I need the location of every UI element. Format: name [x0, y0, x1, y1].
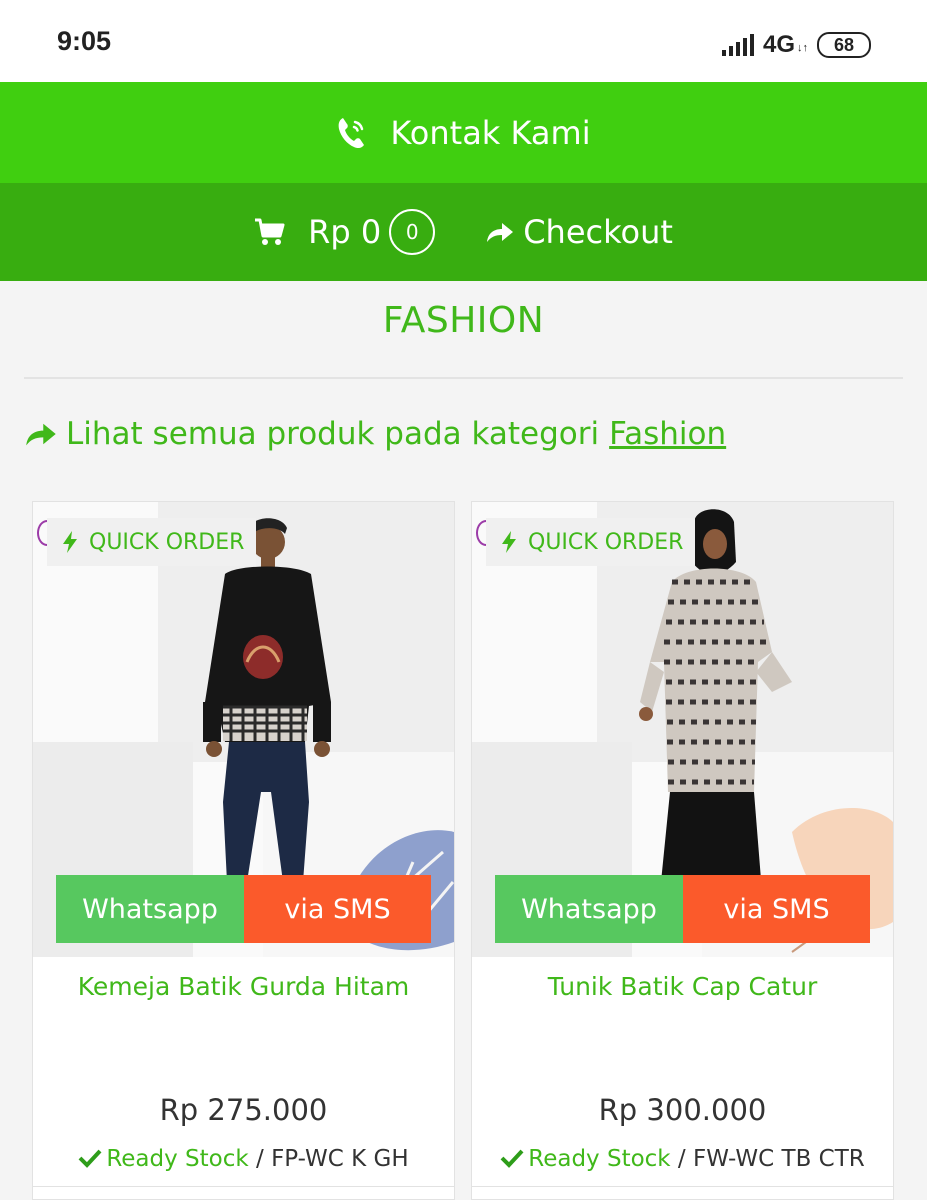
product-stock: Ready Stock / FP-WC K GH: [33, 1146, 454, 1172]
check-icon: [78, 1149, 102, 1168]
product-stock: Ready Stock / FW-WC TB CTR: [472, 1146, 893, 1172]
product-card-partial[interactable]: [32, 1186, 455, 1200]
product-card[interactable]: QUICK ORDER Whatsapp via SMS Tunik Batik…: [471, 501, 894, 1200]
share-arrow-icon: [487, 223, 514, 242]
bolt-icon: [63, 531, 77, 553]
product-image[interactable]: QUICK ORDER Whatsapp via SMS: [472, 502, 893, 957]
cart-count-badge: 0: [389, 209, 436, 255]
quick-order-button[interactable]: QUICK ORDER: [47, 518, 257, 566]
product-price: Rp 275.000: [159, 1093, 328, 1127]
section-title: FASHION: [382, 300, 545, 341]
status-time: 9:05: [57, 26, 112, 56]
section-divider: [24, 377, 903, 379]
contact-bar[interactable]: Kontak Kami: [0, 82, 927, 183]
product-price: Rp 300.000: [598, 1093, 767, 1127]
contact-label: Kontak Kami: [390, 113, 591, 152]
status-indicators: 4G ↓↑ 68: [721, 30, 871, 60]
cart-bar: Rp 0 0 Checkout: [0, 183, 927, 281]
product-sku: / FP-WC K GH: [248, 1146, 409, 1172]
whatsapp-button[interactable]: Whatsapp: [56, 875, 244, 943]
checkout-button[interactable]: Checkout: [485, 213, 673, 251]
cart-icon: [255, 218, 285, 245]
product-name[interactable]: Tunik Batik Cap Catur: [472, 972, 893, 1001]
checkout-label: Checkout: [523, 213, 673, 251]
signal-icon: [721, 34, 754, 56]
sms-button[interactable]: via SMS: [244, 875, 431, 943]
network-activity-icon: ↓↑: [797, 42, 808, 54]
stock-status: Ready Stock: [106, 1146, 249, 1172]
see-all-category: Lihat semua produk pada kategori Fashion: [24, 416, 726, 452]
category-link[interactable]: Fashion: [609, 416, 726, 452]
stock-status: Ready Stock: [528, 1146, 671, 1172]
product-sku: / FW-WC TB CTR: [670, 1146, 865, 1172]
status-bar: 9:05 4G ↓↑ 68: [0, 0, 927, 82]
product-image[interactable]: QUICK ORDER Whatsapp via SMS: [33, 502, 454, 957]
sms-button[interactable]: via SMS: [683, 875, 870, 943]
product-name[interactable]: Kemeja Batik Gurda Hitam: [33, 972, 454, 1001]
product-card-partial[interactable]: [471, 1186, 894, 1200]
quick-order-label: QUICK ORDER: [89, 529, 245, 555]
whatsapp-button[interactable]: Whatsapp: [495, 875, 683, 943]
see-all-text: Lihat semua produk pada kategori: [66, 416, 600, 452]
cart-total: Rp 0: [308, 213, 382, 251]
bolt-icon: [502, 531, 516, 553]
battery-icon: 68: [817, 32, 871, 58]
check-icon: [500, 1149, 524, 1168]
quick-order-button[interactable]: QUICK ORDER: [486, 518, 696, 566]
network-type: 4G: [762, 31, 795, 58]
phone-icon: [339, 117, 365, 148]
quick-order-label: QUICK ORDER: [528, 529, 684, 555]
share-arrow-icon: [26, 423, 56, 446]
cart-summary[interactable]: Rp 0 0: [254, 209, 436, 255]
battery-level: 68: [833, 34, 855, 55]
product-card[interactable]: QUICK ORDER Whatsapp via SMS Kemeja Bati…: [32, 501, 455, 1200]
